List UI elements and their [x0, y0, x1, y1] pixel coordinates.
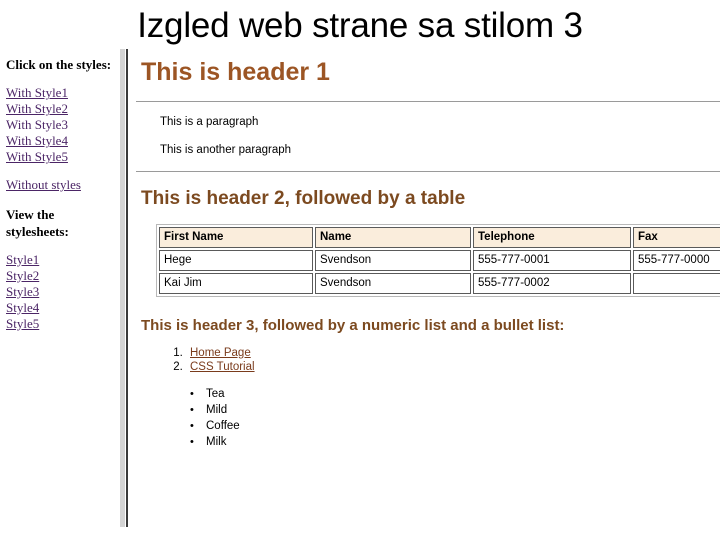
content-header-2: This is header 2, followed by a table	[141, 187, 466, 209]
sidebar-style-link-list: With Style1 With Style2 With Style3 With…	[6, 85, 122, 165]
slide-title: Izgled web strane sa stilom 3	[137, 6, 583, 45]
sidebar-link-without-styles[interactable]: Without styles	[6, 177, 122, 193]
paragraph-2: This is another paragraph	[160, 144, 292, 157]
table-cell-name: Svendson	[315, 272, 471, 294]
table-row: Hege Svendson 555-777-0001 555-777-0000	[159, 249, 720, 271]
list-item: Home Page	[186, 346, 720, 360]
list-item: • Mild	[190, 402, 720, 418]
column-divider-band	[120, 49, 125, 527]
sidebar-link-with-style3[interactable]: With Style3	[6, 117, 122, 133]
sidebar-link-style5[interactable]: Style5	[6, 316, 122, 332]
main-content: This is header 1 This is a paragraph Thi…	[130, 49, 720, 527]
horizontal-rule-1	[136, 100, 720, 102]
sidebar-link-with-style4[interactable]: With Style4	[6, 133, 122, 149]
content-header-3: This is header 3, followed by a numeric …	[141, 316, 565, 334]
bullet-icon: •	[190, 435, 194, 448]
table-column-header-telephone: Telephone	[473, 226, 631, 248]
sidebar-link-with-style5[interactable]: With Style5	[6, 149, 122, 165]
contacts-table: First Name Name Telephone Fax Hege Svend…	[156, 223, 720, 297]
sidebar-stylesheet-link-list: Style1 Style2 Style3 Style4 Style5	[6, 252, 122, 332]
table-cell-fax: 555-777-0000	[633, 249, 720, 271]
bullet-icon: •	[190, 403, 194, 416]
bullet-list-label-milk: Milk	[206, 435, 227, 448]
horizontal-rule-2	[136, 170, 720, 172]
table-column-header-fax: Fax	[633, 226, 720, 248]
sidebar-link-style2[interactable]: Style2	[6, 268, 122, 284]
sidebar-link-with-style1[interactable]: With Style1	[6, 85, 122, 101]
list-item: • Tea	[190, 386, 720, 402]
sidebar-link-with-style2[interactable]: With Style2	[6, 101, 122, 117]
table-row: Kai Jim Svendson 555-777-0002	[159, 272, 720, 294]
sidebar-link-style4[interactable]: Style4	[6, 300, 122, 316]
bullet-icon: •	[190, 387, 194, 400]
table-column-header-first-name: First Name	[159, 226, 313, 248]
numeric-list-link-css-tutorial[interactable]: CSS Tutorial	[190, 361, 255, 373]
table-column-header-name: Name	[315, 226, 471, 248]
table-cell-fax	[633, 272, 720, 294]
list-item: CSS Tutorial	[186, 360, 720, 374]
bullet-list-label-tea: Tea	[206, 387, 225, 400]
table-header-row: First Name Name Telephone Fax	[159, 226, 720, 248]
table-cell-name: Svendson	[315, 249, 471, 271]
table-cell-telephone: 555-777-0002	[473, 272, 631, 294]
bullet-list-label-coffee: Coffee	[206, 419, 240, 432]
bullet-list: • Tea • Mild • Coffee • Milk	[130, 386, 720, 450]
sidebar-heading-click-on-the-styles: Click on the styles:	[6, 57, 112, 72]
numeric-list-link-home-page[interactable]: Home Page	[190, 347, 251, 359]
sidebar-link-style1[interactable]: Style1	[6, 252, 122, 268]
sidebar-link-style3[interactable]: Style3	[6, 284, 122, 300]
table-cell-first-name: Hege	[159, 249, 313, 271]
list-item: • Coffee	[190, 418, 720, 434]
web-page-preview: Click on the styles: With Style1 With St…	[0, 49, 720, 527]
column-divider-line	[126, 49, 128, 527]
table-cell-telephone: 555-777-0001	[473, 249, 631, 271]
bullet-list-label-mild: Mild	[206, 403, 228, 416]
numeric-list: Home Page CSS Tutorial	[130, 346, 720, 374]
paragraph-1: This is a paragraph	[160, 115, 259, 128]
bullet-icon: •	[190, 419, 194, 432]
sidebar: Click on the styles: With Style1 With St…	[0, 49, 122, 527]
sidebar-heading-view-the-stylesheets: View the stylesheets:	[6, 207, 69, 239]
table-cell-first-name: Kai Jim	[159, 272, 313, 294]
list-item: • Milk	[190, 434, 720, 450]
content-header-1: This is header 1	[141, 58, 330, 86]
